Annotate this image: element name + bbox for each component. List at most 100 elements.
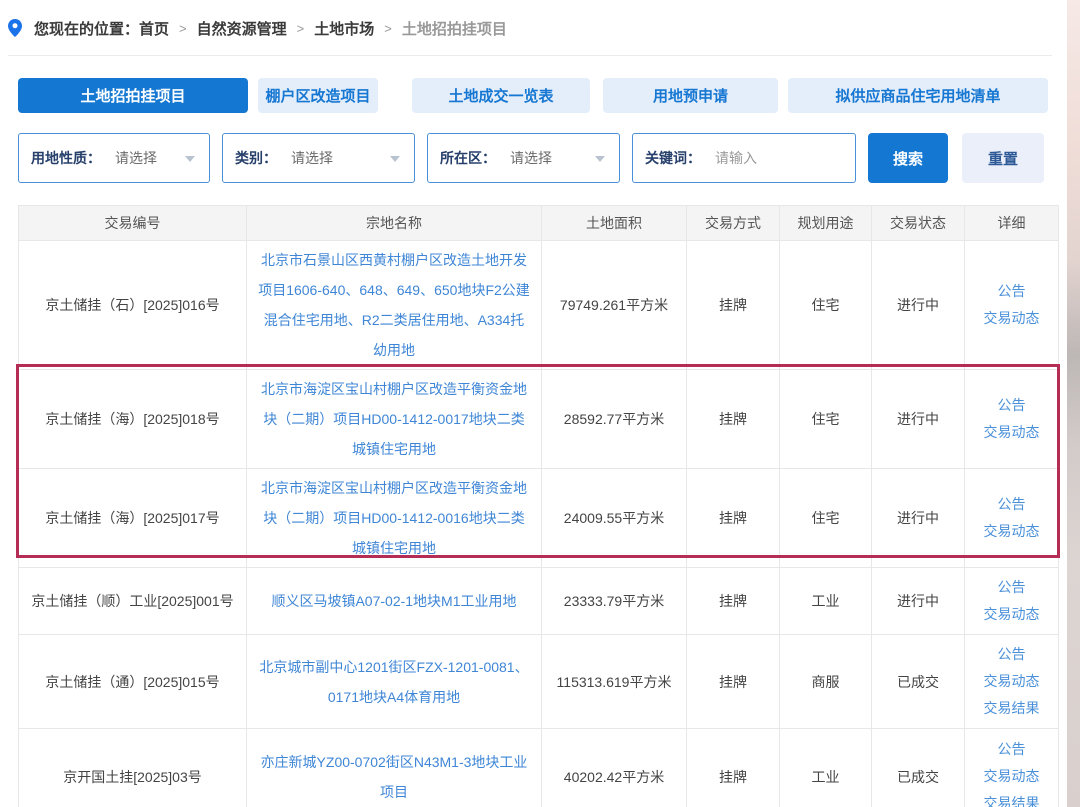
header-parcel-name: 宗地名称 xyxy=(247,206,542,241)
cell-land-area: 24009.55平方米 xyxy=(542,469,687,568)
cell-transaction-code: 京土储挂（海）[2025]018号 xyxy=(19,370,247,469)
category-select[interactable]: 类别： 请选择 xyxy=(222,133,415,183)
header-land-area: 土地面积 xyxy=(542,206,687,241)
divider xyxy=(8,55,1052,56)
keyword-field[interactable]: 关键词： xyxy=(632,133,856,183)
breadcrumb-separator: > xyxy=(179,21,187,36)
transaction-updates-link[interactable]: 交易动态 xyxy=(969,518,1054,545)
cell-land-area: 115313.619平方米 xyxy=(542,635,687,729)
cell-transaction-status: 进行中 xyxy=(872,469,965,568)
cell-land-area: 23333.79平方米 xyxy=(542,568,687,635)
tab-land-transaction-list[interactable]: 土地成交一览表 xyxy=(412,78,590,113)
district-select[interactable]: 所在区： 请选择 xyxy=(427,133,620,183)
chevron-down-icon xyxy=(185,156,195,162)
cell-transaction-status: 进行中 xyxy=(872,370,965,469)
announcement-link[interactable]: 公告 xyxy=(969,278,1054,305)
breadcrumb-item-current: 土地招拍挂项目 xyxy=(402,18,507,39)
reset-button[interactable]: 重置 xyxy=(962,133,1044,183)
district-value: 请选择 xyxy=(510,148,552,168)
header-transaction-code: 交易编号 xyxy=(19,206,247,241)
header-detail: 详细 xyxy=(965,206,1059,241)
table-header-row: 交易编号 宗地名称 土地面积 交易方式 规划用途 交易状态 详细 xyxy=(19,206,1059,241)
breadcrumb-separator: > xyxy=(297,21,305,36)
cell-land-area: 40202.42平方米 xyxy=(542,729,687,807)
cell-land-area: 79749.261平方米 xyxy=(542,241,687,370)
breadcrumb-item-home[interactable]: 首页 xyxy=(139,18,169,39)
tab-land-auction-projects[interactable]: 土地招拍挂项目 xyxy=(18,78,248,113)
parcel-name-link[interactable]: 北京市海淀区宝山村棚户区改造平衡资金地块（二期）项目HD00-1412-0016… xyxy=(257,473,531,563)
breadcrumb-item-natural-resources[interactable]: 自然资源管理 xyxy=(197,18,287,39)
transaction-updates-link[interactable]: 交易动态 xyxy=(969,601,1054,628)
parcel-name-link[interactable]: 北京市海淀区宝山村棚户区改造平衡资金地块（二期）项目HD00-1412-0017… xyxy=(257,374,531,464)
breadcrumb-separator: > xyxy=(384,21,392,36)
cell-planned-use: 住宅 xyxy=(780,241,872,370)
transaction-result-link[interactable]: 交易结果 xyxy=(969,790,1054,807)
cell-transaction-method: 挂牌 xyxy=(687,635,780,729)
keyword-label: 关键词： xyxy=(645,148,701,168)
header-planned-use: 规划用途 xyxy=(780,206,872,241)
cell-transaction-code: 京土储挂（海）[2025]017号 xyxy=(19,469,247,568)
announcement-link[interactable]: 公告 xyxy=(969,736,1054,763)
cell-planned-use: 工业 xyxy=(780,729,872,807)
cell-transaction-method: 挂牌 xyxy=(687,729,780,807)
breadcrumb-item-land-market[interactable]: 土地市场 xyxy=(314,18,374,39)
table-row: 京土储挂（石）[2025]016号 北京市石景山区西黄村棚户区改造土地开发项目1… xyxy=(19,241,1059,370)
chevron-down-icon xyxy=(390,156,400,162)
land-auction-table: 交易编号 宗地名称 土地面积 交易方式 规划用途 交易状态 详细 京土储挂（石）… xyxy=(18,205,1059,807)
announcement-link[interactable]: 公告 xyxy=(969,491,1054,518)
filter-bar: 用地性质： 请选择 类别： 请选择 所在区： 请选择 关键词： 搜索 重置 xyxy=(18,133,1058,183)
cell-transaction-code: 京土储挂（石）[2025]016号 xyxy=(19,241,247,370)
tab-bar: 土地招拍挂项目 棚户区改造项目 土地成交一览表 用地预申请 拟供应商品住宅用地清… xyxy=(18,78,1048,113)
announcement-link[interactable]: 公告 xyxy=(969,392,1054,419)
cell-planned-use: 住宅 xyxy=(780,469,872,568)
table-row: 京土储挂（顺）工业[2025]001号 顺义区马坡镇A07-02-1地块M1工业… xyxy=(19,568,1059,635)
parcel-name-link[interactable]: 亦庄新城YZ00-0702街区N43M1-3地块工业项目 xyxy=(257,747,531,807)
cell-planned-use: 商服 xyxy=(780,635,872,729)
cell-transaction-method: 挂牌 xyxy=(687,370,780,469)
category-label: 类别： xyxy=(235,148,277,168)
cell-planned-use: 住宅 xyxy=(780,370,872,469)
cell-transaction-status: 已成交 xyxy=(872,729,965,807)
cell-transaction-code: 京土储挂（顺）工业[2025]001号 xyxy=(19,568,247,635)
table-row: 京开国土挂[2025]03号 亦庄新城YZ00-0702街区N43M1-3地块工… xyxy=(19,729,1059,807)
location-pin-icon xyxy=(8,19,34,37)
category-value: 请选择 xyxy=(291,148,333,168)
chevron-down-icon xyxy=(595,156,605,162)
cell-transaction-code: 京开国土挂[2025]03号 xyxy=(19,729,247,807)
cell-transaction-status: 进行中 xyxy=(872,241,965,370)
parcel-name-link[interactable]: 北京城市副中心1201街区FZX-1201-0081、0171地块A4体育用地 xyxy=(257,652,531,712)
table-row: 京土储挂（通）[2025]015号 北京城市副中心1201街区FZX-1201-… xyxy=(19,635,1059,729)
tab-shantytown-renovation[interactable]: 棚户区改造项目 xyxy=(258,78,378,113)
keyword-input[interactable] xyxy=(715,150,835,166)
announcement-link[interactable]: 公告 xyxy=(969,641,1054,668)
announcement-link[interactable]: 公告 xyxy=(969,574,1054,601)
cell-planned-use: 工业 xyxy=(780,568,872,635)
transaction-updates-link[interactable]: 交易动态 xyxy=(969,763,1054,790)
transaction-updates-link[interactable]: 交易动态 xyxy=(969,305,1054,332)
cell-transaction-method: 挂牌 xyxy=(687,469,780,568)
parcel-name-link[interactable]: 顺义区马坡镇A07-02-1地块M1工业用地 xyxy=(271,586,516,616)
header-transaction-status: 交易状态 xyxy=(872,206,965,241)
cell-transaction-code: 京土储挂（通）[2025]015号 xyxy=(19,635,247,729)
breadcrumb: 您现在的位置： 首页 > 自然资源管理 > 土地市场 > 土地招拍挂项目 xyxy=(8,18,507,38)
transaction-updates-link[interactable]: 交易动态 xyxy=(969,419,1054,446)
table-row: 京土储挂（海）[2025]017号 北京市海淀区宝山村棚户区改造平衡资金地块（二… xyxy=(19,469,1059,568)
cell-land-area: 28592.77平方米 xyxy=(542,370,687,469)
land-nature-select[interactable]: 用地性质： 请选择 xyxy=(18,133,210,183)
parcel-name-link[interactable]: 北京市石景山区西黄村棚户区改造土地开发项目1606-640、648、649、65… xyxy=(257,245,531,365)
search-button[interactable]: 搜索 xyxy=(868,133,948,183)
land-nature-value: 请选择 xyxy=(115,148,157,168)
cell-transaction-method: 挂牌 xyxy=(687,568,780,635)
header-transaction-method: 交易方式 xyxy=(687,206,780,241)
transaction-result-link[interactable]: 交易结果 xyxy=(969,695,1054,722)
transaction-updates-link[interactable]: 交易动态 xyxy=(969,668,1054,695)
breadcrumb-prefix: 您现在的位置： xyxy=(34,18,139,39)
cell-transaction-status: 已成交 xyxy=(872,635,965,729)
cell-transaction-status: 进行中 xyxy=(872,568,965,635)
tab-planned-residential-land-list[interactable]: 拟供应商品住宅用地清单 xyxy=(788,78,1048,113)
table-row: 京土储挂（海）[2025]018号 北京市海淀区宝山村棚户区改造平衡资金地块（二… xyxy=(19,370,1059,469)
tab-land-pre-application[interactable]: 用地预申请 xyxy=(603,78,778,113)
cell-transaction-method: 挂牌 xyxy=(687,241,780,370)
page-edge-background xyxy=(1067,0,1080,807)
land-nature-label: 用地性质： xyxy=(31,148,101,168)
